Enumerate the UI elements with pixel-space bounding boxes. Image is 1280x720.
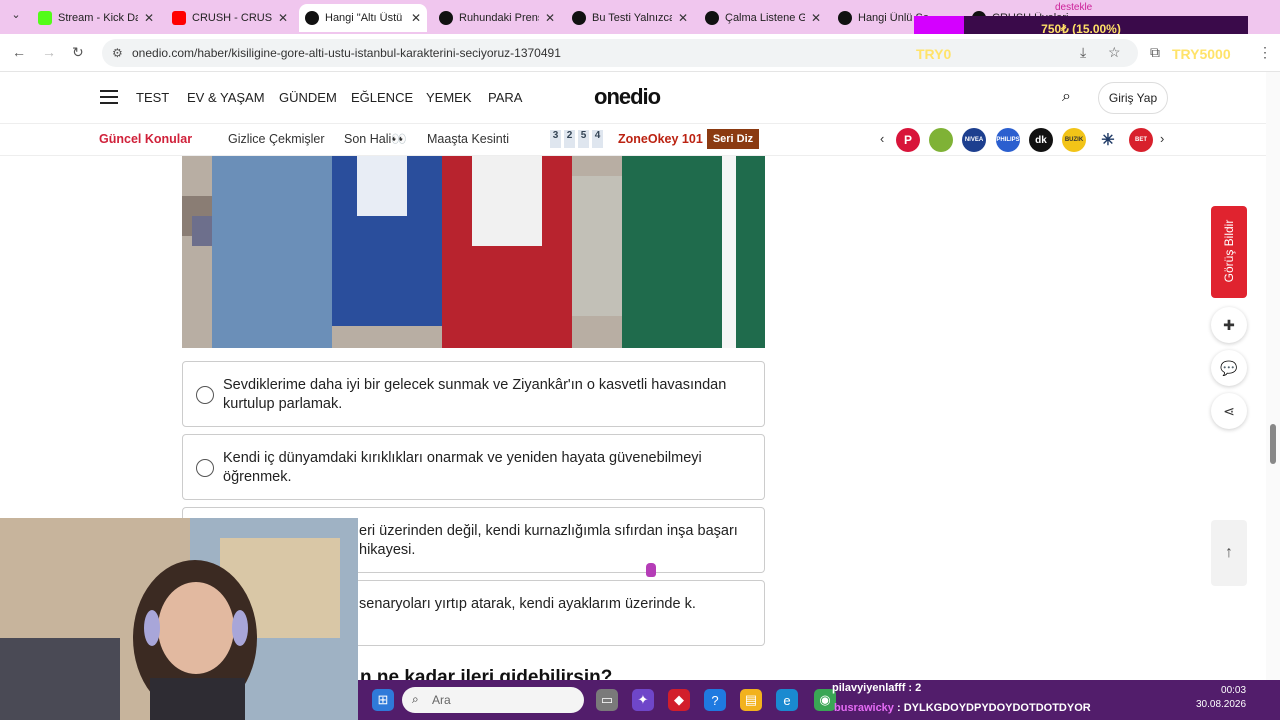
feedback-label: Görüş Bildir bbox=[1222, 219, 1236, 283]
search-icon: ⌕ bbox=[412, 692, 419, 706]
back-icon[interactable]: ← bbox=[12, 44, 26, 60]
scrollbar-thumb[interactable] bbox=[1270, 424, 1276, 464]
nav-para[interactable]: PARA bbox=[488, 90, 522, 105]
tab-bu-testi[interactable]: Bu Testi Yalnızca ✕ bbox=[566, 4, 694, 32]
taskbar-search[interactable]: ⌕ Ara bbox=[402, 687, 584, 713]
topic-gizlice[interactable]: Gizlice Çekmişler bbox=[228, 132, 325, 146]
page-scrollbar[interactable] bbox=[1266, 72, 1280, 680]
brand-philips-icon[interactable]: PHILIPS bbox=[996, 128, 1020, 152]
close-icon[interactable]: ✕ bbox=[411, 11, 421, 25]
donation-min-label: TRY0 bbox=[916, 46, 952, 62]
tab-ruhundaki-prens[interactable]: Ruhundaki Prens ✕ bbox=[433, 4, 561, 32]
tab-youtube-crush[interactable]: CRUSH - CRUSH ✕ bbox=[166, 4, 294, 32]
task-view-icon[interactable]: ▭ bbox=[596, 689, 618, 711]
add-bookmark-icon[interactable]: ✚ bbox=[1211, 307, 1247, 343]
youtube-icon bbox=[172, 11, 186, 25]
share-icon[interactable]: ⋖ bbox=[1211, 393, 1247, 429]
onedio-logo[interactable]: onedio bbox=[594, 84, 661, 110]
donation-header: destekle bbox=[1055, 2, 1093, 13]
nav-yemek[interactable]: YEMEK bbox=[426, 90, 472, 105]
kick-icon bbox=[38, 11, 52, 25]
tab-search-chevron-icon[interactable]: ⌄ bbox=[6, 8, 26, 26]
login-button[interactable]: Giriş Yap bbox=[1098, 82, 1168, 114]
zoneokey-link[interactable]: ZoneOkey 101 bbox=[618, 132, 703, 146]
file-explorer-icon[interactable]: ▤ bbox=[740, 689, 762, 711]
quiz-option-text: Sevdiklerime daha iyi bir gelecek sunmak… bbox=[223, 377, 727, 412]
windows-taskbar: ⊞ ⌕ Ara ▭ ✦ ◆ ? ▤ e ◉ bbox=[358, 680, 1280, 720]
chat-message: busrawicky : DYLKGDOYDPYDOYDOTDOTDYOR bbox=[834, 702, 1091, 714]
search-icon[interactable]: ⌕ bbox=[1062, 88, 1071, 106]
nav-gundem[interactable]: GÜNDEM bbox=[279, 90, 337, 105]
onedio-icon bbox=[305, 11, 319, 25]
article-photo bbox=[182, 156, 765, 348]
app-red-icon[interactable]: ◆ bbox=[668, 689, 690, 711]
clock-date: 30.08.2026 bbox=[1196, 699, 1247, 710]
onedio-icon bbox=[705, 11, 719, 25]
close-icon[interactable]: ✕ bbox=[545, 11, 555, 25]
close-icon[interactable]: ✕ bbox=[678, 11, 688, 25]
install-app-icon[interactable]: ⤓ bbox=[1080, 44, 1086, 61]
donation-max-label: TRY5000 bbox=[1172, 46, 1231, 62]
brand-bet-icon[interactable]: BET bbox=[1129, 128, 1153, 152]
topic-son-hali[interactable]: Son Hali👀 bbox=[344, 132, 407, 147]
tab-onedio-active[interactable]: Hangi "Altı Üstü ✕ bbox=[299, 4, 427, 32]
hamburger-menu-icon[interactable] bbox=[100, 90, 118, 104]
scroll-to-top-button[interactable]: ↑ bbox=[1211, 520, 1247, 586]
brand-dk-icon[interactable]: dk bbox=[1029, 128, 1053, 152]
chevron-right-icon[interactable]: › bbox=[1160, 131, 1164, 146]
webcam-overlay bbox=[0, 518, 358, 720]
topic-maasta-kesinti[interactable]: Maaşta Kesinti bbox=[427, 132, 509, 146]
quiz-option-text: eri üzerinden değil, kendi kurnazlığımla… bbox=[359, 523, 738, 558]
current-topics-label[interactable]: Güncel Konular bbox=[99, 132, 192, 146]
quiz-option-text: senaryoları yırtıp atarak, kendi ayaklar… bbox=[359, 596, 696, 612]
zoneokey-tiles[interactable]: 3 2 5 4 bbox=[550, 130, 603, 148]
url-text: onedio.com/haber/kisiligine-gore-alti-us… bbox=[132, 46, 561, 60]
chevron-left-icon[interactable]: ‹ bbox=[880, 131, 884, 146]
topics-bar: Güncel Konular Gizlice Çekmişler Son Hal… bbox=[0, 124, 1266, 156]
onedio-icon bbox=[439, 11, 453, 25]
feedback-button[interactable]: Görüş Bildir bbox=[1211, 206, 1247, 298]
quiz-option-1[interactable]: Sevdiklerime daha iyi bir gelecek sunmak… bbox=[182, 361, 765, 427]
address-bar: ← → ↻ ⚙ onedio.com/haber/kisiligine-gore… bbox=[0, 34, 1280, 72]
close-icon[interactable]: ✕ bbox=[811, 11, 821, 25]
nav-ev-yasam[interactable]: EV & YAŞAM bbox=[187, 90, 265, 105]
brand-buzik-icon[interactable]: BUZIK bbox=[1062, 128, 1086, 152]
forward-icon[interactable]: → bbox=[42, 44, 56, 60]
nav-eglence[interactable]: EĞLENCE bbox=[351, 90, 413, 105]
tab-kick-stream[interactable]: Stream - Kick Da ✕ bbox=[32, 4, 160, 32]
windows-start-icon[interactable]: ⊞ bbox=[372, 689, 394, 711]
menu-dots-icon[interactable]: ⋮ bbox=[1258, 44, 1272, 61]
onedio-icon bbox=[838, 11, 852, 25]
taskbar-clock[interactable]: 00:03 30.08.2026 bbox=[1196, 684, 1246, 712]
brand-star-icon[interactable]: ✳ bbox=[1096, 128, 1120, 152]
bookmark-star-icon[interactable]: ☆ bbox=[1108, 44, 1121, 61]
brand-nivea-icon[interactable]: NIVEA bbox=[962, 128, 986, 152]
close-icon[interactable]: ✕ bbox=[278, 11, 288, 25]
site-info-icon[interactable]: ⚙ bbox=[112, 46, 123, 60]
radio-button[interactable] bbox=[196, 386, 214, 404]
extensions-icon[interactable]: ⧉ bbox=[1150, 44, 1160, 61]
reload-icon[interactable]: ↻ bbox=[72, 44, 84, 61]
copilot-icon[interactable]: ✦ bbox=[632, 689, 654, 711]
quiz-option-2[interactable]: Kendi iç dünyamdaki kırıklıkları onarmak… bbox=[182, 434, 765, 500]
seri-diz-button[interactable]: Seri Diz bbox=[707, 129, 759, 149]
brand-tree-icon[interactable] bbox=[929, 128, 953, 152]
onedio-icon bbox=[572, 11, 586, 25]
close-icon[interactable]: ✕ bbox=[144, 11, 154, 25]
comments-icon[interactable]: 💬 bbox=[1211, 350, 1247, 386]
clock-time: 00:03 bbox=[1221, 685, 1247, 696]
mouse-cursor-icon bbox=[646, 563, 656, 577]
chat-username: busrawicky bbox=[834, 702, 894, 714]
site-header: TEST EV & YAŞAM GÜNDEM EĞLENCE YEMEK PAR… bbox=[0, 72, 1266, 124]
edge-icon[interactable]: e bbox=[776, 689, 798, 711]
quiz-option-text: Kendi iç dünyamdaki kırıklıkları onarmak… bbox=[223, 450, 702, 485]
tab-calma-listene[interactable]: Çalma Listene G ✕ bbox=[699, 4, 827, 32]
chat-text: : DYLKGDOYDPYDOYDOTDOTDYOR bbox=[893, 702, 1091, 714]
help-icon[interactable]: ? bbox=[704, 689, 726, 711]
nav-test[interactable]: TEST bbox=[136, 90, 169, 105]
brand-p-icon[interactable]: P bbox=[896, 128, 920, 152]
chat-message: pilavyiyenlafff : 2 bbox=[832, 682, 922, 694]
url-field[interactable]: ⚙ onedio.com/haber/kisiligine-gore-alti-… bbox=[102, 39, 1138, 67]
radio-button[interactable] bbox=[196, 459, 214, 477]
